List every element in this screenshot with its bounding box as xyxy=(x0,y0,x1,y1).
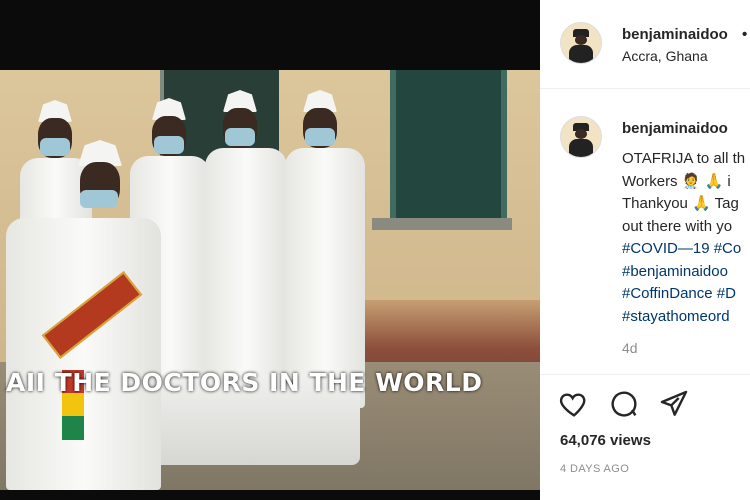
post-media[interactable]: AII THE DOCTORS IN THE WORLD xyxy=(0,0,540,500)
window xyxy=(390,70,507,226)
comment-icon[interactable] xyxy=(608,388,642,422)
caption-text: OTAFRIJA to all th Workers 🧑‍⚕️ 🙏 i Than… xyxy=(622,148,750,328)
post-side-panel: benjaminaidoo • Accra, Ghana benjaminaid… xyxy=(540,0,750,500)
post-date: 4 DAYS AGO xyxy=(560,463,630,475)
window-sill xyxy=(372,218,512,230)
view-count[interactable]: 64,076 views xyxy=(560,432,651,449)
caption-line: out there with yo xyxy=(622,217,733,235)
hashtag-line[interactable]: #stayathomeord xyxy=(622,306,750,329)
caption-line: OTAFRIJA to all th xyxy=(622,150,746,167)
caption-line: Workers 🧑‍⚕️ 🙏 i xyxy=(622,172,731,190)
divider xyxy=(540,374,750,375)
post-header: benjaminaidoo • Accra, Ghana xyxy=(540,0,750,89)
video-frame[interactable] xyxy=(0,70,540,490)
comment-username[interactable]: benjaminaidoo xyxy=(622,120,728,137)
hashtag-line[interactable]: #COVID—19 #Co xyxy=(622,238,750,261)
avatar[interactable] xyxy=(560,22,602,64)
comment-time: 4d xyxy=(622,340,638,356)
post-location[interactable]: Accra, Ghana xyxy=(622,48,708,64)
caption-line: Thankyou 🙏 Tag xyxy=(622,195,739,212)
header-separator: • xyxy=(742,26,748,43)
post-username[interactable]: benjaminaidoo xyxy=(622,26,728,43)
hashtag-line[interactable]: #CoffinDance #D xyxy=(622,283,750,306)
video-caption: AII THE DOCTORS IN THE WORLD xyxy=(6,368,483,397)
hashtag-line[interactable]: #benjaminaidoo xyxy=(622,261,750,284)
share-icon[interactable] xyxy=(658,388,692,422)
heart-icon[interactable] xyxy=(558,388,592,422)
comment-avatar[interactable] xyxy=(560,116,602,158)
